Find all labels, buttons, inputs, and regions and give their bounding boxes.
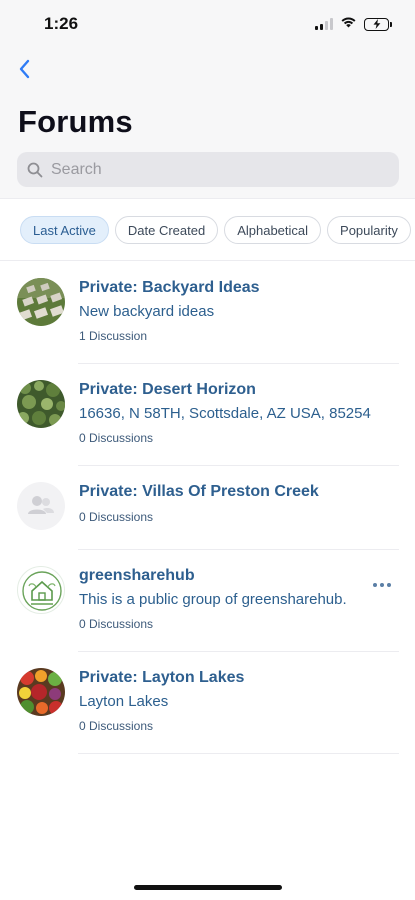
ellipsis-icon [387,583,391,587]
forum-discussion-count: 0 Discussions [79,719,154,733]
forum-item-desert-horizon[interactable]: Private: Desert Horizon 16636, N 58TH, S… [0,364,415,466]
divider [0,260,415,261]
home-indicator[interactable] [134,885,282,890]
forum-avatar [17,668,65,716]
forum-avatar [17,380,65,428]
group-icon [17,482,65,530]
status-time: 1:26 [44,14,79,33]
forum-title[interactable]: Private: Layton Lakes [79,669,244,687]
forum-title[interactable]: greensharehub [79,567,195,585]
forum-title[interactable]: Private: Desert Horizon [79,381,256,399]
forum-title[interactable]: Private: Backyard Ideas [79,279,260,297]
ellipsis-icon [373,583,377,587]
forum-list: Private: Backyard Ideas New backyard ide… [0,262,415,754]
status-bar: 1:26 [0,0,415,46]
cellular-signal-icon [315,18,333,30]
filter-chips: Last Active Date Created Alphabetical Po… [20,216,411,244]
forum-item-villas-of-preston-creek[interactable]: Private: Villas Of Preston Creek 0 Discu… [0,466,415,550]
forum-discussion-count: 0 Discussions [79,431,154,445]
ellipsis-icon [380,583,384,587]
search-bar[interactable] [17,152,399,187]
forum-description: This is a public group of greensharehub. [79,591,347,608]
filter-chip-alphabetical[interactable]: Alphabetical [224,216,322,244]
forum-discussion-count: 1 Discussion [79,329,148,343]
wifi-icon [340,15,357,33]
filter-bar: Last Active Date Created Alphabetical Po… [0,198,415,260]
search-input[interactable] [51,160,371,179]
forum-item-layton-lakes[interactable]: Private: Layton Lakes Layton Lakes 0 Dis… [0,652,415,754]
filter-chip-last-active[interactable]: Last Active [20,216,109,244]
forum-item-backyard-ideas[interactable]: Private: Backyard Ideas New backyard ide… [0,262,415,364]
more-options-button[interactable] [373,580,395,590]
search-icon [27,162,43,177]
divider [78,753,399,754]
forum-description: Layton Lakes [79,693,169,710]
status-icons [315,15,392,33]
filter-chip-date-created[interactable]: Date Created [114,216,219,244]
forum-title[interactable]: Private: Villas Of Preston Creek [79,483,319,501]
forum-discussion-count: 0 Discussions [79,510,154,524]
forum-avatar [17,278,65,326]
forum-discussion-count: 0 Discussions [79,617,154,631]
back-button[interactable] [12,56,36,82]
forum-description: New backyard ideas [79,303,215,320]
page-title: Forums [18,104,133,139]
battery-icon [364,17,392,31]
forum-description: 16636, N 58TH, Scottsdale, AZ USA, 85254 [79,405,371,422]
filter-chip-popularity[interactable]: Popularity [327,216,411,244]
forum-avatar [17,566,65,614]
chevron-left-icon [19,59,30,79]
forum-item-greensharehub[interactable]: greensharehub This is a public group of … [0,550,415,652]
